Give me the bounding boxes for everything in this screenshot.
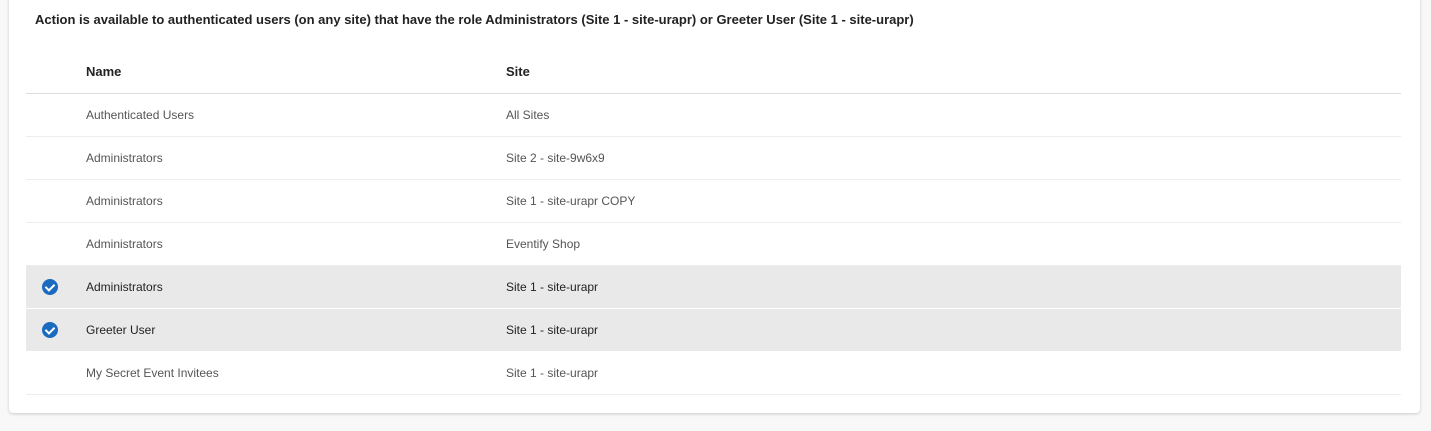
table-row[interactable]: Administrators Site 2 - site-9w6x9 [26,136,1401,180]
role-name: Administrators [86,179,506,223]
table-row[interactable]: Greeter User Site 1 - site-urapr [26,308,1401,352]
table-row[interactable]: Administrators Site 1 - site-urapr COPY [26,179,1401,223]
role-name: Authenticated Users [86,93,506,137]
table-row[interactable]: Administrators Eventify Shop [26,222,1401,266]
row-check-cell[interactable] [26,93,86,137]
check-circle-icon [42,322,58,338]
role-name: Greeter User [86,308,506,352]
roles-table: Name Site Authenticated Users All Sites … [26,50,1401,395]
role-site: Site 1 - site-urapr [506,265,1401,309]
row-check-cell[interactable] [26,136,86,180]
role-site: Site 1 - site-urapr COPY [506,179,1401,223]
row-check-cell[interactable] [26,179,86,223]
site-column-header[interactable]: Site [506,50,1401,94]
row-check-cell[interactable] [26,265,86,309]
check-circle-icon [42,279,58,295]
row-check-cell[interactable] [26,351,86,395]
role-site: All Sites [506,93,1401,137]
select-column-header [26,50,86,94]
table-row[interactable]: Administrators Site 1 - site-urapr [26,265,1401,309]
role-site: Site 1 - site-urapr [506,351,1401,395]
row-check-cell[interactable] [26,308,86,352]
role-site: Site 2 - site-9w6x9 [506,136,1401,180]
role-name: Administrators [86,265,506,309]
role-name: Administrators [86,136,506,180]
table-header: Name Site [26,50,1401,94]
role-site: Site 1 - site-urapr [506,308,1401,352]
name-column-header[interactable]: Name [86,50,506,94]
availability-description: Action is available to authenticated use… [35,12,914,27]
role-name: My Secret Event Invitees [86,351,506,395]
table-row[interactable]: My Secret Event Invitees Site 1 - site-u… [26,351,1401,395]
table-row[interactable]: Authenticated Users All Sites [26,93,1401,137]
row-check-cell[interactable] [26,222,86,266]
role-name: Administrators [86,222,506,266]
role-site: Eventify Shop [506,222,1401,266]
